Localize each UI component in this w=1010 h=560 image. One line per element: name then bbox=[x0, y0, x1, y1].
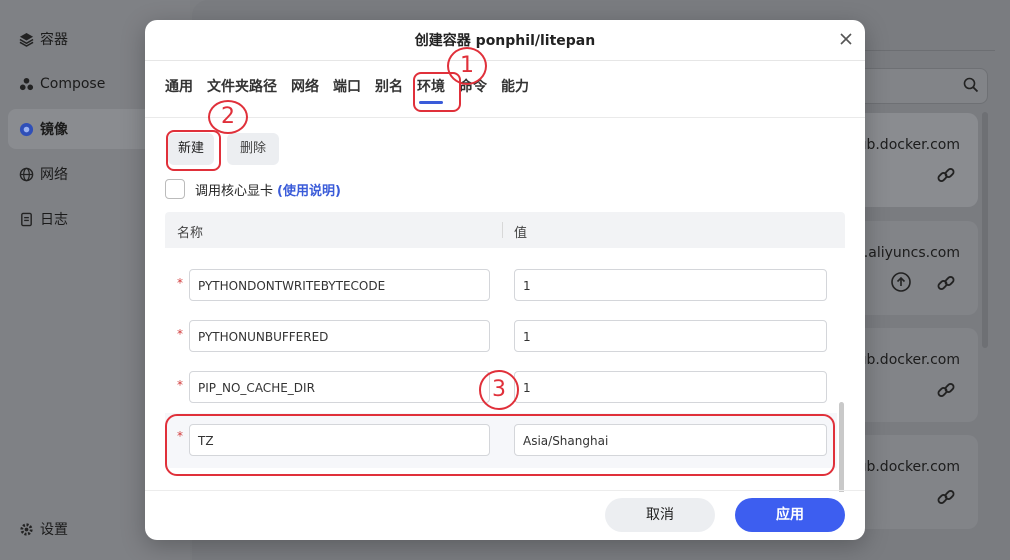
registry-url: ub.docker.com bbox=[857, 352, 960, 368]
image-icon bbox=[18, 121, 34, 137]
dialog-title: 创建容器 ponphil/litepan bbox=[145, 20, 865, 61]
sidebar-item-label: 镜像 bbox=[40, 122, 68, 138]
search-icon bbox=[963, 77, 979, 97]
divider bbox=[145, 490, 865, 491]
divider bbox=[145, 117, 865, 118]
link-icon[interactable] bbox=[936, 165, 956, 189]
sidebar-item-label: 容器 bbox=[40, 32, 68, 48]
delete-button[interactable]: 删除 bbox=[227, 133, 279, 165]
log-icon bbox=[18, 211, 34, 227]
registry-url: ub.docker.com bbox=[857, 459, 960, 475]
cancel-button[interactable]: 取消 bbox=[605, 498, 715, 532]
env-value-input[interactable]: 1 bbox=[514, 371, 827, 403]
env-name-input[interactable]: PIP_NO_CACHE_DIR bbox=[189, 371, 490, 403]
gear-icon bbox=[18, 521, 34, 537]
annotation-highlight-new bbox=[166, 130, 221, 171]
required-mark: * bbox=[177, 327, 183, 341]
tab-general[interactable]: 通用 bbox=[165, 76, 193, 102]
close-icon[interactable] bbox=[839, 32, 855, 48]
tab-network[interactable]: 网络 bbox=[291, 76, 319, 102]
required-mark: * bbox=[177, 276, 183, 290]
divider bbox=[502, 222, 503, 238]
annotation-number-3: 3 bbox=[479, 370, 519, 410]
registry-url: u.aliyuncs.com bbox=[854, 245, 960, 261]
table-scrollbar[interactable] bbox=[839, 402, 844, 492]
column-name-header: 名称 bbox=[177, 226, 204, 241]
registry-url: ub.docker.com bbox=[857, 137, 960, 153]
tab-aliases[interactable]: 别名 bbox=[375, 76, 403, 102]
required-mark: * bbox=[177, 378, 183, 392]
apply-button[interactable]: 应用 bbox=[735, 498, 845, 532]
env-name-input[interactable]: PYTHONUNBUFFERED bbox=[189, 320, 490, 352]
env-name-input[interactable]: PYTHONDONTWRITEBYTECODE bbox=[189, 269, 490, 301]
link-icon[interactable] bbox=[936, 380, 956, 404]
sidebar-item-label: 网络 bbox=[40, 167, 68, 183]
table-row bbox=[165, 248, 837, 257]
layers-icon bbox=[18, 31, 34, 47]
compose-icon bbox=[18, 76, 34, 92]
table-row: * PYTHONUNBUFFERED 1 bbox=[165, 311, 837, 362]
gpu-checkbox[interactable] bbox=[165, 179, 185, 199]
link-icon[interactable] bbox=[936, 273, 956, 297]
tab-capabilities[interactable]: 能力 bbox=[501, 76, 529, 102]
tab-ports[interactable]: 端口 bbox=[333, 76, 361, 102]
link-icon[interactable] bbox=[936, 487, 956, 511]
usage-help-link[interactable]: (使用说明) bbox=[277, 180, 341, 199]
tab-volumes[interactable]: 文件夹路径 bbox=[207, 76, 277, 102]
annotation-highlight-row bbox=[165, 414, 835, 476]
globe-icon bbox=[18, 166, 34, 182]
gpu-option: 调用核心显卡 (使用说明) bbox=[165, 179, 341, 199]
upload-icon[interactable] bbox=[890, 271, 912, 297]
annotation-number-1: 1 bbox=[447, 47, 487, 85]
env-value-input[interactable]: 1 bbox=[514, 320, 827, 352]
scrollbar[interactable] bbox=[982, 112, 988, 348]
table-row: * PYTHONDONTWRITEBYTECODE 1 bbox=[165, 260, 837, 311]
annotation-number-2: 2 bbox=[208, 100, 248, 134]
column-value-header: 值 bbox=[514, 226, 528, 241]
table-header: 名称 值 bbox=[165, 212, 845, 248]
sidebar-item-label: Compose bbox=[40, 76, 106, 92]
gpu-label: 调用核心显卡 bbox=[195, 183, 274, 199]
sidebar-item-label: 设置 bbox=[40, 522, 68, 538]
env-value-input[interactable]: 1 bbox=[514, 269, 827, 301]
sidebar-item-label: 日志 bbox=[40, 212, 68, 228]
